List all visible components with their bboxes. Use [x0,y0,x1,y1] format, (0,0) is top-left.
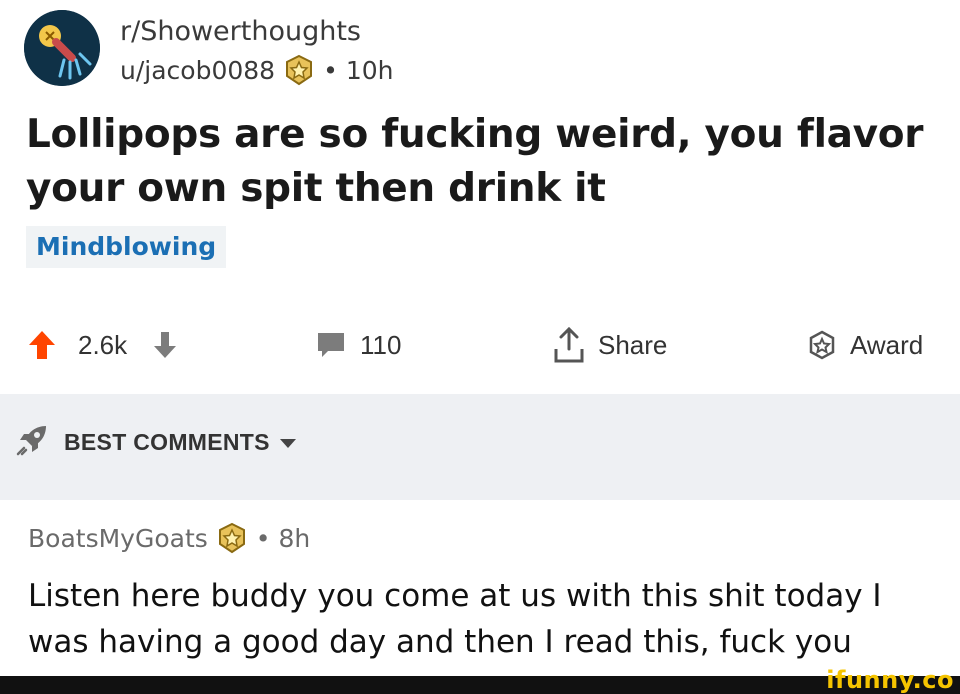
award-label: Award [850,329,924,360]
sort-dropdown[interactable]: BEST COMMENTS [16,422,298,462]
comment-icon [316,331,346,359]
post-meta: u/jacob0088 • 10h [120,54,393,86]
vote-group: 2.6k [28,318,177,372]
subreddit-avatar-icon[interactable] [24,10,100,86]
comments-sort-bar: BEST COMMENTS [0,394,960,500]
upvote-icon[interactable] [28,329,56,361]
share-button[interactable]: Share [552,318,667,372]
post-header: r/Showerthoughts u/jacob0088 • 10h [24,10,924,90]
award-icon [806,329,838,361]
subreddit-name[interactable]: r/Showerthoughts [120,16,361,47]
post-title[interactable]: Lollipops are so fucking weird, you flav… [26,108,926,216]
vote-score: 2.6k [78,329,128,360]
rocket-icon [16,422,50,462]
comment-meta: BoatsMyGoats • 8h [28,522,310,554]
comment-age: 8h [278,523,311,553]
meta-separator: • [323,55,338,85]
award-button[interactable]: Award [806,318,923,372]
caret-down-icon [278,429,298,456]
comment-count: 110 [360,329,402,360]
ifunny-watermark: ifunny.co [826,666,954,694]
post-author[interactable]: u/jacob0088 [120,56,275,85]
downvote-icon[interactable] [153,330,177,360]
comment-meta-separator: • [255,523,271,553]
post-action-bar: 2.6k 110 Share Award [0,318,960,372]
award-badge-icon [216,522,248,554]
award-badge-icon [283,54,315,86]
sort-label: BEST COMMENTS [64,428,270,455]
share-icon [552,325,586,365]
footer-bar: ifunny.co [0,666,960,694]
comment-author[interactable]: BoatsMyGoats [28,524,208,553]
comments-button[interactable]: 110 [316,318,401,372]
comment-body: Listen here buddy you come at us with th… [28,578,882,660]
post-flair[interactable]: Mindblowing [26,226,227,268]
share-label: Share [598,329,668,360]
post-age: 10h [345,55,394,85]
